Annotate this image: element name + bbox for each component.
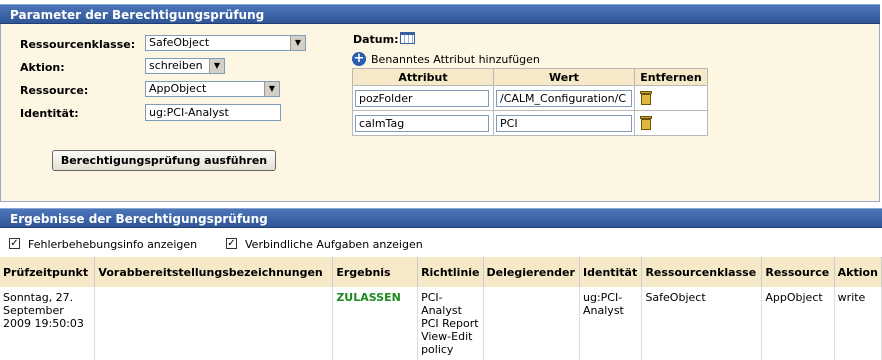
attribute-value-input[interactable]: /CALM_Configuration/C bbox=[496, 89, 632, 107]
attribute-table: Attribut Wert Entfernen pozFolder /CALM_… bbox=[352, 68, 708, 136]
params-panel: Ressourcenklasse: SafeObject ▼ Aktion: s… bbox=[0, 24, 880, 202]
resource-class-label: Ressourcenklasse: bbox=[20, 38, 136, 51]
col-provisioning: Vorabbereitstellungsbezeichnungen bbox=[94, 257, 334, 287]
attribute-name-input[interactable]: pozFolder bbox=[355, 89, 489, 107]
col-result: Ergebnis bbox=[332, 257, 419, 287]
cell-resource: AppObject bbox=[761, 287, 835, 360]
cell-time: Sonntag, 27. September 2009 19:50:03 bbox=[0, 287, 96, 360]
attr-header-attribute: Attribut bbox=[352, 68, 494, 86]
attribute-name-input[interactable]: calmTag bbox=[355, 114, 489, 132]
cell-action: write bbox=[834, 287, 882, 360]
cell-delegator bbox=[483, 287, 581, 360]
attribute-row: pozFolder /CALM_Configuration/C bbox=[352, 85, 708, 111]
debug-info-label: Fehlerbehebungsinfo anzeigen bbox=[28, 238, 198, 251]
debug-info-checkbox[interactable]: ✓ bbox=[9, 238, 20, 249]
results-header-row: Prüfzeitpunkt Vorabbereitstellungsbezeic… bbox=[0, 257, 882, 287]
action-value: schreiben bbox=[149, 59, 203, 72]
cell-policy: PCI-Analyst PCI Report View-Edit policy bbox=[417, 287, 484, 360]
cell-result: ZULASSEN bbox=[332, 287, 419, 360]
obligations-label: Verbindliche Aufgaben anzeigen bbox=[245, 238, 423, 251]
date-label: Datum: bbox=[353, 33, 399, 46]
chevron-down-icon: ▼ bbox=[264, 82, 279, 96]
identity-input[interactable]: ug:PCI-Analyst bbox=[145, 104, 281, 121]
attr-header-value: Wert bbox=[493, 68, 635, 86]
run-check-button[interactable]: Berechtigungsprüfung ausführen bbox=[52, 150, 276, 171]
resource-select[interactable]: AppObject ▼ bbox=[145, 81, 280, 97]
action-select[interactable]: schreiben ▼ bbox=[145, 58, 225, 74]
col-resource-class: Ressourcenklasse bbox=[641, 257, 763, 287]
add-circle-icon[interactable]: + bbox=[352, 52, 366, 66]
col-action: Aktion bbox=[834, 257, 882, 287]
trash-icon[interactable] bbox=[640, 91, 652, 105]
add-attribute-link[interactable]: Benanntes Attribut hinzufügen bbox=[371, 53, 540, 66]
calendar-icon[interactable] bbox=[400, 32, 415, 44]
cell-resource-class: SafeObject bbox=[641, 287, 763, 360]
attr-header-remove: Entfernen bbox=[634, 68, 708, 86]
cell-provisioning bbox=[94, 287, 334, 360]
resource-label: Ressource: bbox=[20, 84, 89, 97]
obligations-checkbox[interactable]: ✓ bbox=[226, 238, 237, 249]
col-time: Prüfzeitpunkt bbox=[0, 257, 96, 287]
params-panel-header: Parameter der Berechtigungsprüfung bbox=[0, 4, 880, 24]
results-panel-header: Ergebnisse der Berechtigungsprüfung bbox=[0, 208, 882, 228]
col-policy: Richtlinie bbox=[417, 257, 484, 287]
identity-label: Identität: bbox=[20, 107, 79, 120]
resource-class-select[interactable]: SafeObject ▼ bbox=[145, 35, 306, 51]
cell-identity: ug:PCI-Analyst bbox=[579, 287, 643, 360]
chevron-down-icon: ▼ bbox=[209, 59, 224, 73]
table-row: Sonntag, 27. September 2009 19:50:03 ZUL… bbox=[0, 287, 882, 360]
resource-value: AppObject bbox=[149, 82, 207, 95]
action-label: Aktion: bbox=[20, 61, 65, 74]
results-table: Prüfzeitpunkt Vorabbereitstellungsbezeic… bbox=[0, 257, 882, 360]
resource-class-value: SafeObject bbox=[149, 36, 210, 49]
chevron-down-icon: ▼ bbox=[290, 36, 305, 50]
col-delegator: Delegierender bbox=[483, 257, 581, 287]
trash-icon[interactable] bbox=[640, 116, 652, 130]
col-resource: Ressource bbox=[761, 257, 835, 287]
attribute-row: calmTag PCI bbox=[352, 110, 708, 136]
attribute-value-input[interactable]: PCI bbox=[496, 114, 632, 132]
col-identity: Identität bbox=[579, 257, 643, 287]
